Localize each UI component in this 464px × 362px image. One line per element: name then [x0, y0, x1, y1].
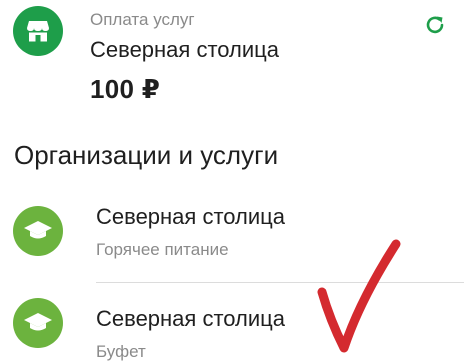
organization-service: Горячее питание [96, 240, 229, 259]
organization-name: Северная столица [96, 306, 285, 331]
graduation-cap-icon [13, 298, 63, 348]
red-checkmark-icon [317, 239, 401, 353]
organization-service: Буфет [96, 342, 146, 361]
payment-amount: 100 ₽ [90, 74, 161, 104]
payment-caption: Оплата услуг [90, 10, 195, 29]
graduation-cap-icon [13, 206, 63, 256]
section-title: Организации и услуги [14, 140, 279, 170]
storefront-icon [13, 6, 63, 56]
refresh-button[interactable] [420, 10, 450, 40]
organization-name: Северная столица [96, 204, 285, 229]
refresh-icon [426, 16, 444, 34]
payment-organization-name: Северная столица [90, 37, 279, 62]
